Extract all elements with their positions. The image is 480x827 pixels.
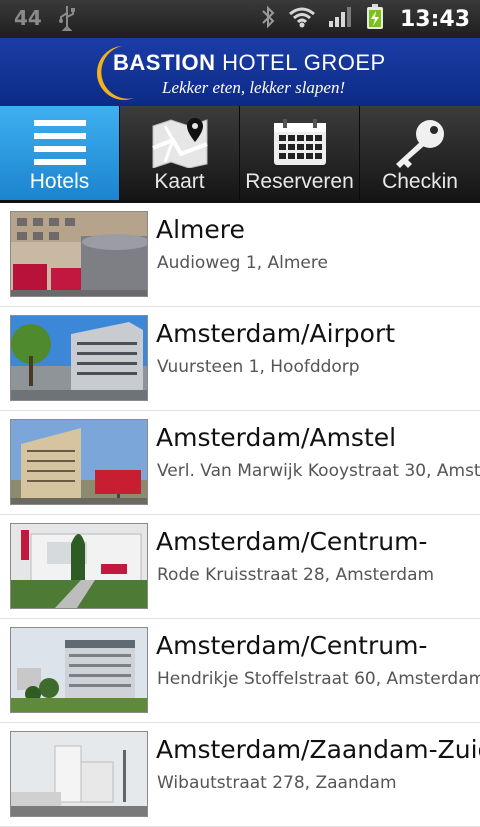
tab-kaart[interactable]: Kaart — [120, 106, 240, 200]
wifi-icon — [288, 6, 316, 32]
hotel-name: Almere — [156, 215, 245, 244]
list-item[interactable]: Amsterdam/Zaandam-Zuid Wibautstraat 278,… — [0, 723, 480, 827]
key-icon — [360, 118, 480, 170]
hotel-photo — [10, 211, 148, 297]
hotel-name: Amsterdam/Centrum- — [156, 527, 428, 556]
tagline: Lekker eten, lekker slapen! — [162, 78, 346, 97]
map-icon — [120, 118, 239, 168]
app-header: BASTION HOTEL GROEP Lekker eten, lekker … — [0, 38, 480, 106]
hotel-photo — [10, 419, 148, 505]
tab-label: Checkin — [382, 170, 458, 193]
hotel-photo — [10, 731, 148, 817]
hotel-name: Amsterdam/Airport — [156, 319, 396, 348]
list-item[interactable]: Amsterdam/Airport Vuursteen 1, Hoofddorp — [0, 307, 480, 411]
hotel-photo — [10, 523, 148, 609]
list-icon — [0, 118, 119, 166]
list-item[interactable]: Almere Audioweg 1, Almere — [0, 203, 480, 307]
bluetooth-icon — [260, 5, 276, 33]
hotel-name: Amsterdam/Amstel — [156, 423, 397, 452]
hotel-photo — [10, 315, 148, 401]
list-item[interactable]: Amsterdam/Centrum- Rode Kruisstraat 28, … — [0, 515, 480, 619]
list-item[interactable]: Amsterdam/Centrum- Hendrikje Stoffelstra… — [0, 619, 480, 723]
tab-reserveren[interactable]: Reserveren — [240, 106, 360, 200]
hotel-list: Almere Audioweg 1, Almere Amsterdam/Airp… — [0, 203, 480, 827]
hotel-address: Vuursteen 1, Hoofddorp — [157, 357, 360, 377]
usb-icon — [58, 5, 76, 35]
brand-name: BASTION HOTEL GROEP — [113, 50, 386, 76]
hotel-address: Verl. Van Marwijk Kooystraat 30, Amste — [157, 461, 480, 481]
tab-checkin[interactable]: Checkin — [360, 106, 480, 200]
hotel-address: Audioweg 1, Almere — [157, 253, 328, 273]
list-item[interactable]: Amsterdam/Amstel Verl. Van Marwijk Kooys… — [0, 411, 480, 515]
tab-bar: Hotels Kaart Reserveren Checkin — [0, 106, 480, 200]
hotel-photo — [10, 627, 148, 713]
tab-label: Reserveren — [245, 170, 354, 193]
hotel-address: Hendrikje Stoffelstraat 60, Amsterdam — [157, 669, 480, 689]
hotel-name: Amsterdam/Centrum- — [156, 631, 428, 660]
signal-icon — [328, 6, 354, 32]
notification-count: 44 — [14, 6, 42, 30]
battery-charging-icon — [366, 4, 384, 34]
hotel-address: Wibautstraat 278, Zaandam — [157, 773, 397, 793]
calendar-icon — [240, 118, 359, 166]
tab-hotels[interactable]: Hotels — [0, 106, 120, 200]
brand-bold: BASTION — [113, 50, 216, 75]
brand-rest: HOTEL GROEP — [215, 50, 386, 75]
status-bar: 44 13:43 — [0, 0, 480, 38]
hotel-name: Amsterdam/Zaandam-Zuid — [156, 735, 480, 764]
tab-label: Hotels — [29, 170, 90, 193]
hotel-address: Rode Kruisstraat 28, Amsterdam — [157, 565, 435, 585]
tab-label: Kaart — [154, 170, 205, 193]
clock: 13:43 — [399, 6, 470, 32]
